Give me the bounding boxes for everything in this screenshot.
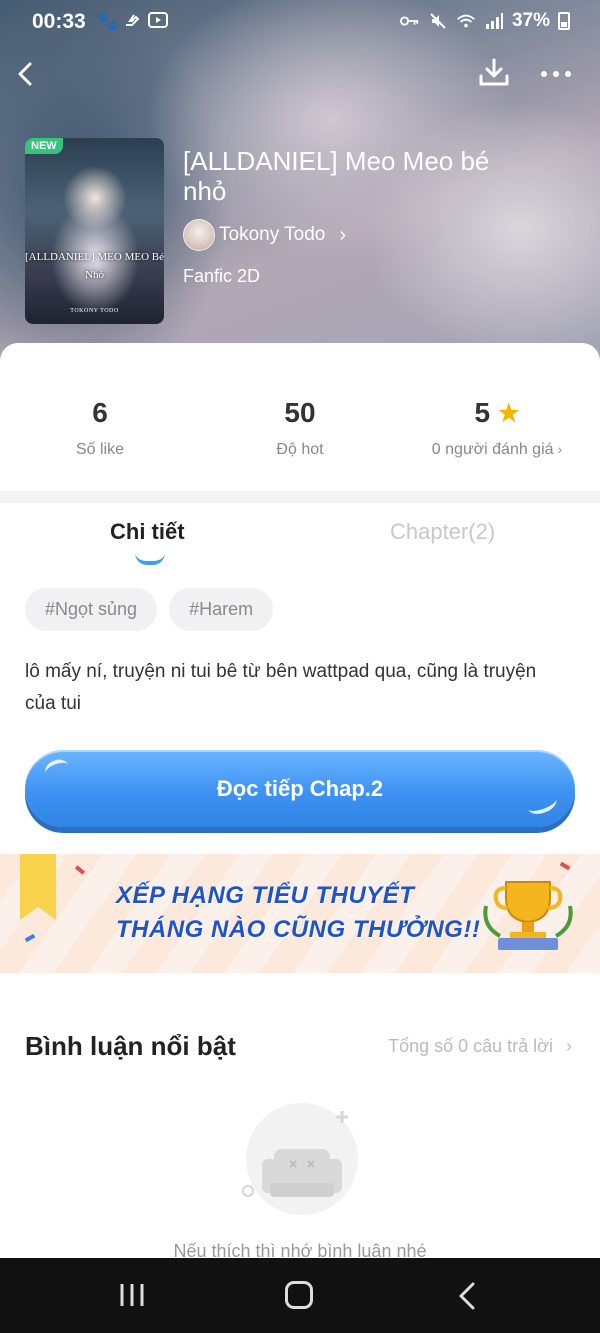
wifi-icon	[456, 11, 476, 31]
banner-text: XẾP HẠNG TIỂU THUYẾT THÁNG NÀO CŨNG THƯỞ…	[116, 879, 480, 947]
ribbon-icon	[20, 854, 56, 920]
battery-percent: 37%	[511, 10, 550, 31]
status-time: 00:33	[32, 10, 86, 33]
recent-apps-icon[interactable]	[118, 1282, 146, 1308]
more-options-button[interactable]	[536, 54, 576, 94]
new-badge: NEW	[25, 138, 63, 154]
empty-comments-text: Nếu thích thì nhớ bình luận nhé	[173, 1241, 427, 1258]
tab-indicator	[135, 553, 165, 565]
ranking-banner[interactable]: XẾP HẠNG TIỂU THUYẾT THÁNG NÀO CŨNG THƯỞ…	[0, 854, 600, 973]
comments-total: Tổng số 0 câu trả lời	[388, 1036, 553, 1056]
confetti-decoration	[559, 861, 571, 871]
author-link[interactable]: Tokony Todo ›	[183, 219, 346, 251]
cover-author: TOKONY TODO	[70, 308, 119, 314]
stats-row: 6 Số like 50 Độ hot 5 ★ 0 người đánh giá…	[0, 343, 600, 491]
empty-comments-icon	[242, 1103, 358, 1215]
tab-bar: Chi tiết Chapter(2)	[0, 503, 600, 567]
back-button[interactable]	[8, 54, 48, 94]
status-bar: 00:33 🐾 37%	[0, 0, 600, 44]
comments-title: Bình luận nổi bật	[25, 1031, 236, 1061]
system-navigation-bar	[0, 1258, 600, 1333]
tab-chapter[interactable]: Chapter(2)	[390, 519, 495, 545]
rating-stat[interactable]: 5 ★ 0 người đánh giá ›	[397, 397, 597, 459]
avatar	[183, 219, 215, 251]
key-icon	[399, 11, 420, 31]
description: lô mấy ní, truyện ni tui bê từ bên wattp…	[25, 661, 537, 714]
chevron-right-icon: ›	[339, 223, 347, 246]
chevron-right-icon: ›	[566, 1036, 572, 1056]
likes-stat: 6 Số like	[0, 397, 200, 459]
continue-reading-button[interactable]: Đọc tiếp Chap.2	[25, 750, 575, 827]
content-sheet: 6 Số like 50 Độ hot 5 ★ 0 người đánh giá…	[0, 343, 600, 1258]
battery-icon	[558, 12, 570, 30]
banner-line-1: XẾP HẠNG TIỂU THUYẾT	[116, 882, 415, 909]
tag-item[interactable]: #Ngọt sủng	[25, 588, 158, 631]
video-icon	[148, 11, 169, 34]
tag-item[interactable]: #Harem	[169, 588, 274, 631]
home-icon[interactable]	[285, 1281, 313, 1309]
likes-label: Số like	[75, 441, 125, 458]
chevron-left-icon	[18, 62, 32, 86]
hot-value: 50	[284, 397, 316, 428]
system-back-icon[interactable]	[455, 1282, 479, 1310]
hot-label: Độ hot	[276, 441, 324, 458]
tag-list: #Ngọt sủng #Harem	[25, 588, 274, 631]
likes-value: 6	[92, 397, 108, 428]
hand-icon	[124, 11, 142, 34]
mute-icon	[428, 11, 448, 31]
author-name: Tokony Todo	[219, 224, 326, 245]
confetti-decoration	[24, 933, 36, 943]
comments-total-link[interactable]: Tổng số 0 câu trả lời ›	[388, 1036, 572, 1057]
star-icon: ★	[498, 399, 520, 427]
more-dots-icon	[541, 71, 571, 77]
trophy-icon	[483, 881, 573, 950]
banner-line-2: THÁNG NÀO CŨNG THƯỞNG!!	[116, 916, 481, 943]
chevron-right-icon: ›	[557, 441, 563, 457]
hot-stat: 50 Độ hot	[200, 397, 400, 459]
cover-title: [ALLDANIEL] MEO MEO Bé Nhỏ	[25, 251, 164, 281]
signal-icon	[484, 11, 504, 31]
confetti-decoration	[74, 865, 86, 875]
download-button[interactable]	[474, 54, 514, 94]
paw-icon: 🐾	[96, 11, 119, 31]
download-icon	[479, 58, 509, 86]
section-divider	[0, 491, 600, 503]
rating-value: 5	[474, 397, 491, 428]
book-title: [ALLDANIEL] Meo Meo bé nhỏ	[183, 146, 490, 206]
genre-label: Fanfic 2D	[183, 266, 261, 286]
book-cover[interactable]: NEW [ALLDANIEL] MEO MEO Bé Nhỏ TOKONY TO…	[25, 138, 164, 324]
tab-detail[interactable]: Chi tiết	[110, 519, 185, 545]
rating-label: 0 người đánh giá	[431, 441, 554, 458]
